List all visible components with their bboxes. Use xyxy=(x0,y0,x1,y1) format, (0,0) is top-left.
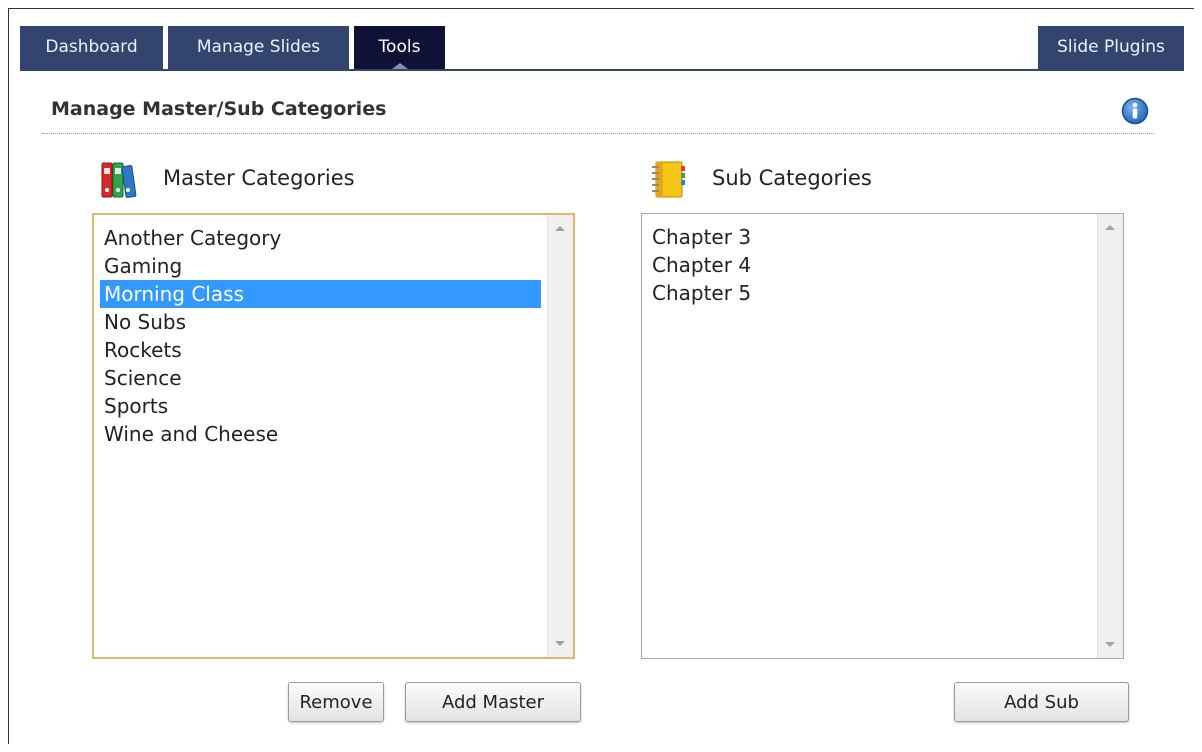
remove-button[interactable]: Remove xyxy=(288,682,384,722)
list-item[interactable]: No Subs xyxy=(100,308,541,336)
scroll-down-icon[interactable] xyxy=(555,641,565,646)
tab-manage-slides[interactable]: Manage Slides xyxy=(168,26,349,69)
tab-dashboard[interactable]: Dashboard xyxy=(20,26,163,69)
list-item[interactable]: Chapter 4 xyxy=(648,251,1091,279)
list-item-selected[interactable]: Morning Class xyxy=(100,280,541,308)
section-divider xyxy=(42,133,1154,134)
list-item[interactable]: Another Category xyxy=(100,224,541,252)
sub-heading: Sub Categories xyxy=(650,160,950,200)
info-icon[interactable] xyxy=(1121,97,1149,125)
sub-heading-label: Sub Categories xyxy=(712,166,872,190)
master-scrollbar[interactable] xyxy=(547,215,573,657)
list-item[interactable]: Wine and Cheese xyxy=(100,420,541,448)
sub-categories-list[interactable]: Chapter 3 Chapter 4 Chapter 5 xyxy=(641,213,1124,659)
list-item[interactable]: Chapter 3 xyxy=(648,223,1091,251)
master-heading: Master Categories xyxy=(101,160,401,200)
master-categories-list[interactable]: Another Category Gaming Morning Class No… xyxy=(92,213,575,659)
list-item[interactable]: Chapter 5 xyxy=(648,279,1091,307)
notebook-icon xyxy=(650,160,686,200)
master-heading-label: Master Categories xyxy=(163,166,355,190)
binders-icon xyxy=(101,160,137,200)
tab-underline xyxy=(20,69,1184,71)
tab-bar: Dashboard Manage Slides Tools Slide Plug… xyxy=(20,26,1184,69)
tab-label: Tools xyxy=(378,37,421,57)
scroll-up-icon[interactable] xyxy=(1105,225,1115,230)
list-item[interactable]: Science xyxy=(100,364,541,392)
list-item[interactable]: Gaming xyxy=(100,252,541,280)
tab-label: Manage Slides xyxy=(196,37,321,57)
sub-scrollbar[interactable] xyxy=(1097,214,1123,658)
tab-label: Slide Plugins xyxy=(1057,37,1165,57)
add-master-button[interactable]: Add Master xyxy=(405,682,581,722)
scroll-down-icon[interactable] xyxy=(1105,642,1115,647)
tab-tools[interactable]: Tools xyxy=(354,26,445,69)
tab-slide-plugins[interactable]: Slide Plugins xyxy=(1038,26,1184,69)
add-sub-button[interactable]: Add Sub xyxy=(954,682,1129,722)
scroll-up-icon[interactable] xyxy=(555,226,565,231)
list-item[interactable]: Rockets xyxy=(100,336,541,364)
list-item[interactable]: Sports xyxy=(100,392,541,420)
page-title: Manage Master/Sub Categories xyxy=(51,98,387,120)
tab-label: Dashboard xyxy=(45,37,138,57)
